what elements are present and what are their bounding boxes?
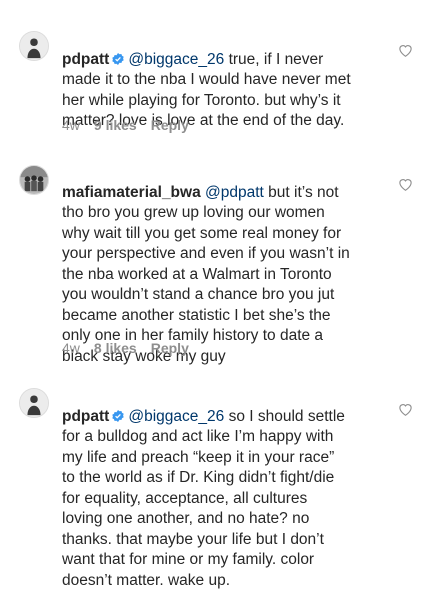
reply-button[interactable]: Reply bbox=[151, 117, 189, 133]
comment-text: but it’s not tho bro you grew up loving … bbox=[62, 183, 350, 365]
heart-outline-icon[interactable] bbox=[398, 43, 413, 57]
comment-likes[interactable]: 8 likes bbox=[94, 340, 137, 356]
comment-time: 4w bbox=[62, 340, 80, 356]
verified-badge-icon bbox=[112, 52, 125, 65]
avatar[interactable] bbox=[19, 388, 49, 418]
comment-mention[interactable]: @biggace_26 bbox=[128, 51, 224, 68]
reply-button[interactable]: Reply bbox=[151, 340, 189, 356]
comment-mention[interactable]: @pdpatt bbox=[205, 184, 264, 201]
heart-outline-icon[interactable] bbox=[398, 402, 413, 416]
avatar[interactable] bbox=[19, 165, 49, 195]
avatar[interactable] bbox=[19, 31, 49, 61]
comment-mention[interactable]: @biggace_26 bbox=[128, 408, 224, 425]
comment-username[interactable]: pdpatt bbox=[62, 51, 109, 68]
heart-outline-icon[interactable] bbox=[398, 177, 413, 191]
comment-username[interactable]: mafiamaterial_bwa bbox=[62, 184, 201, 201]
comment-meta: 4w 9 likes Reply bbox=[62, 117, 203, 133]
comment-text: so I should settle for a bulldog and act… bbox=[62, 407, 345, 589]
comment-meta: 4w 8 likes Reply bbox=[62, 340, 203, 356]
comment-likes[interactable]: 9 likes bbox=[94, 117, 137, 133]
verified-badge-icon bbox=[112, 409, 125, 422]
comment-time: 4w bbox=[62, 117, 80, 133]
comment-username[interactable]: pdpatt bbox=[62, 408, 109, 425]
